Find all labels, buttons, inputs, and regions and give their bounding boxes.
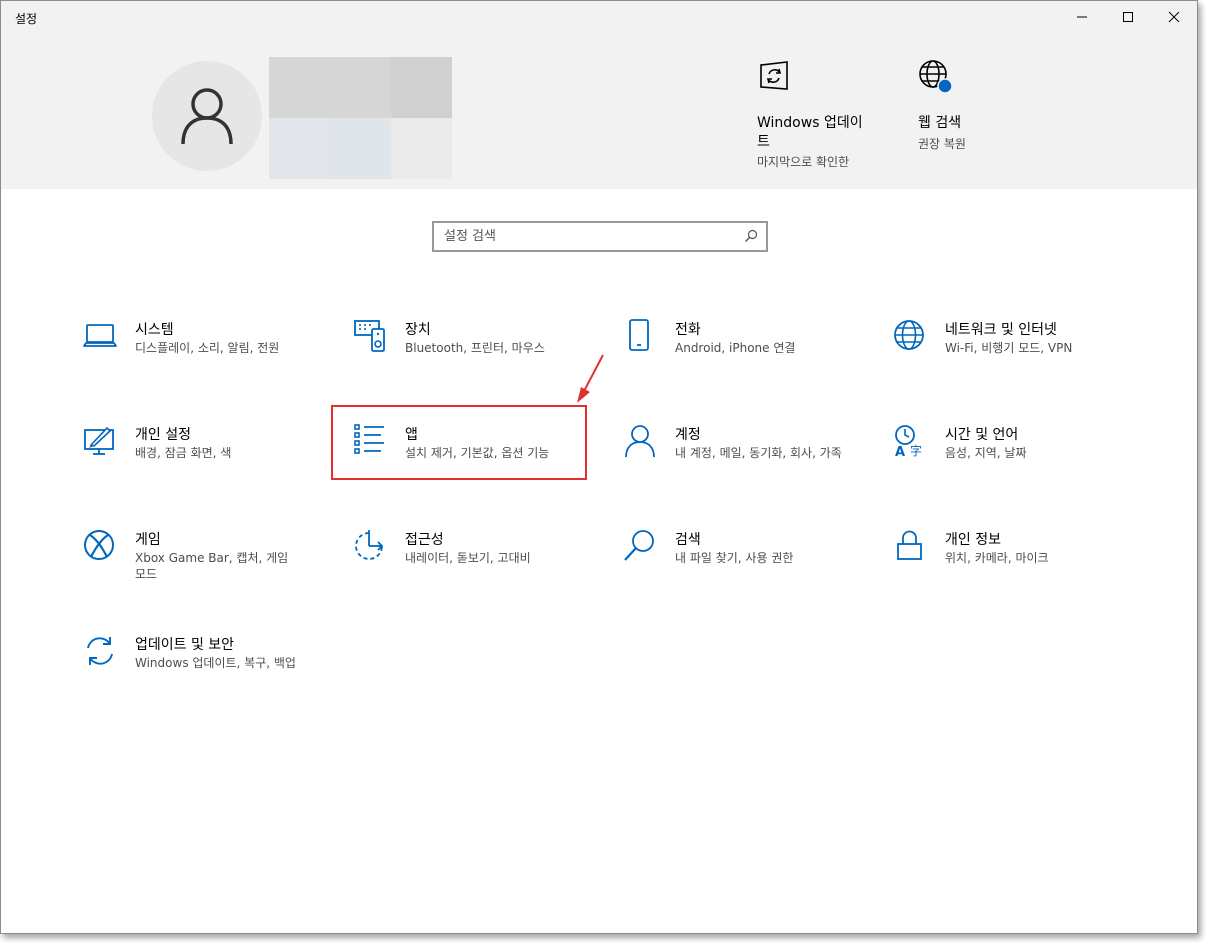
web-search-globe-icon bbox=[919, 60, 952, 93]
tile-personalization-name: 개인 설정 bbox=[135, 427, 191, 443]
maximize-icon bbox=[1123, 12, 1133, 22]
tile-devices-desc: Bluetooth, 프린터, 마우스 bbox=[405, 341, 545, 355]
avatar[interactable] bbox=[152, 61, 262, 171]
tile-network[interactable]: 네트워크 및 인터넷 Wi-Fi, 비행기 모드, VPN bbox=[893, 319, 1123, 389]
globe-icon bbox=[894, 320, 924, 350]
user-avatar-icon bbox=[181, 88, 233, 145]
time-language-icon: A 字 bbox=[895, 425, 922, 458]
tile-ease-of-access-name: 접근성 bbox=[405, 532, 444, 548]
search-icon bbox=[624, 530, 654, 561]
personalization-icon bbox=[84, 426, 114, 455]
windows-update-icon bbox=[760, 61, 788, 90]
tile-ease-of-access-desc: 내레이터, 돋보기, 고대비 bbox=[405, 551, 531, 565]
tile-accounts-desc: 내 계정, 메일, 동기화, 회사, 가족 bbox=[675, 446, 842, 460]
tile-gaming[interactable]: 게임 Xbox Game Bar, 캡처, 게임 모드 bbox=[83, 529, 313, 599]
apps-highlight-box bbox=[331, 405, 587, 480]
tile-accounts[interactable]: 계정 내 계정, 메일, 동기화, 회사, 가족 bbox=[623, 424, 853, 494]
svg-text:字: 字 bbox=[910, 443, 922, 458]
maximize-button[interactable] bbox=[1105, 1, 1151, 33]
minimize-icon bbox=[1077, 16, 1087, 18]
tile-phone-name: 전화 bbox=[675, 322, 701, 338]
tile-gaming-name: 게임 bbox=[135, 532, 161, 548]
settings-search-box[interactable] bbox=[432, 221, 768, 252]
tile-network-desc: Wi-Fi, 비행기 모드, VPN bbox=[945, 341, 1073, 355]
blurred-account-info bbox=[269, 57, 452, 179]
web-search-subtitle: 권장 복원 bbox=[918, 137, 966, 151]
devices-icon bbox=[354, 320, 385, 352]
lock-icon bbox=[897, 530, 922, 560]
tile-update-security-name: 업데이트 및 보안 bbox=[135, 637, 235, 653]
tile-devices-name: 장치 bbox=[405, 322, 431, 338]
minimize-button[interactable] bbox=[1059, 1, 1105, 33]
tile-update-security[interactable]: 업데이트 및 보안 Windows 업데이트, 복구, 백업 bbox=[83, 634, 313, 704]
sync-icon bbox=[87, 637, 113, 665]
phone-icon bbox=[629, 319, 649, 351]
tile-time-language-name: 시간 및 언어 bbox=[945, 427, 1019, 443]
tile-system-name: 시스템 bbox=[135, 322, 174, 338]
windows-update-title: Windows 업데이트 bbox=[757, 115, 863, 150]
tile-system[interactable]: 시스템 디스플레이, 소리, 알림, 전원 bbox=[83, 319, 313, 389]
svg-text:A: A bbox=[895, 445, 905, 458]
tile-search-desc: 내 파일 찾기, 사용 권한 bbox=[675, 551, 794, 565]
ease-of-access-icon bbox=[355, 530, 384, 560]
tile-time-language[interactable]: A 字 시간 및 언어 음성, 지역, 날짜 bbox=[893, 424, 1123, 494]
tile-privacy[interactable]: 개인 정보 위치, 카메라, 마이크 bbox=[893, 529, 1123, 599]
tile-search[interactable]: 검색 내 파일 찾기, 사용 권한 bbox=[623, 529, 853, 599]
tile-accounts-name: 계정 bbox=[675, 427, 701, 443]
tile-privacy-desc: 위치, 카메라, 마이크 bbox=[945, 551, 1049, 565]
laptop-icon bbox=[83, 324, 117, 347]
window-title: 설정 bbox=[15, 12, 38, 26]
tile-network-name: 네트워크 및 인터넷 bbox=[945, 322, 1057, 338]
search-magnifier-icon bbox=[745, 229, 758, 242]
close-icon bbox=[1168, 11, 1180, 23]
tile-privacy-name: 개인 정보 bbox=[945, 532, 1001, 548]
annotation-arrow-icon bbox=[577, 354, 604, 403]
tile-personalization-desc: 배경, 잠금 화면, 색 bbox=[135, 446, 232, 460]
tile-ease-of-access[interactable]: 접근성 내레이터, 돋보기, 고대비 bbox=[353, 529, 583, 599]
close-button[interactable] bbox=[1151, 1, 1197, 33]
tile-phone-desc: Android, iPhone 연결 bbox=[675, 341, 796, 355]
xbox-icon bbox=[84, 530, 114, 560]
title-bar: 설정 bbox=[1, 1, 1197, 33]
account-header: Windows 업데이트 마지막으로 확인한 웹 검색 권장 복원 bbox=[1, 33, 1197, 189]
tile-update-security-desc: Windows 업데이트, 복구, 백업 bbox=[135, 656, 296, 670]
tile-time-language-desc: 음성, 지역, 날짜 bbox=[945, 446, 1027, 460]
person-icon bbox=[625, 425, 655, 458]
tile-devices[interactable]: 장치 Bluetooth, 프린터, 마우스 bbox=[353, 319, 583, 389]
search-input[interactable] bbox=[434, 223, 734, 250]
tile-gaming-desc: Xbox Game Bar, 캡처, 게임 모드 bbox=[135, 551, 289, 581]
tile-phone[interactable]: 전화 Android, iPhone 연결 bbox=[623, 319, 853, 389]
settings-window: 설정 Windows 업데이트 마지막으로 확인한 웹 검색 권장 복원 설정 … bbox=[0, 0, 1198, 934]
tile-search-name: 검색 bbox=[675, 532, 701, 548]
tile-system-desc: 디스플레이, 소리, 알림, 전원 bbox=[135, 341, 280, 355]
windows-update-subtitle: 마지막으로 확인한 bbox=[757, 155, 850, 169]
web-search-title: 웹 검색 bbox=[918, 115, 962, 131]
tile-personalization[interactable]: 개인 설정 배경, 잠금 화면, 색 bbox=[83, 424, 313, 494]
